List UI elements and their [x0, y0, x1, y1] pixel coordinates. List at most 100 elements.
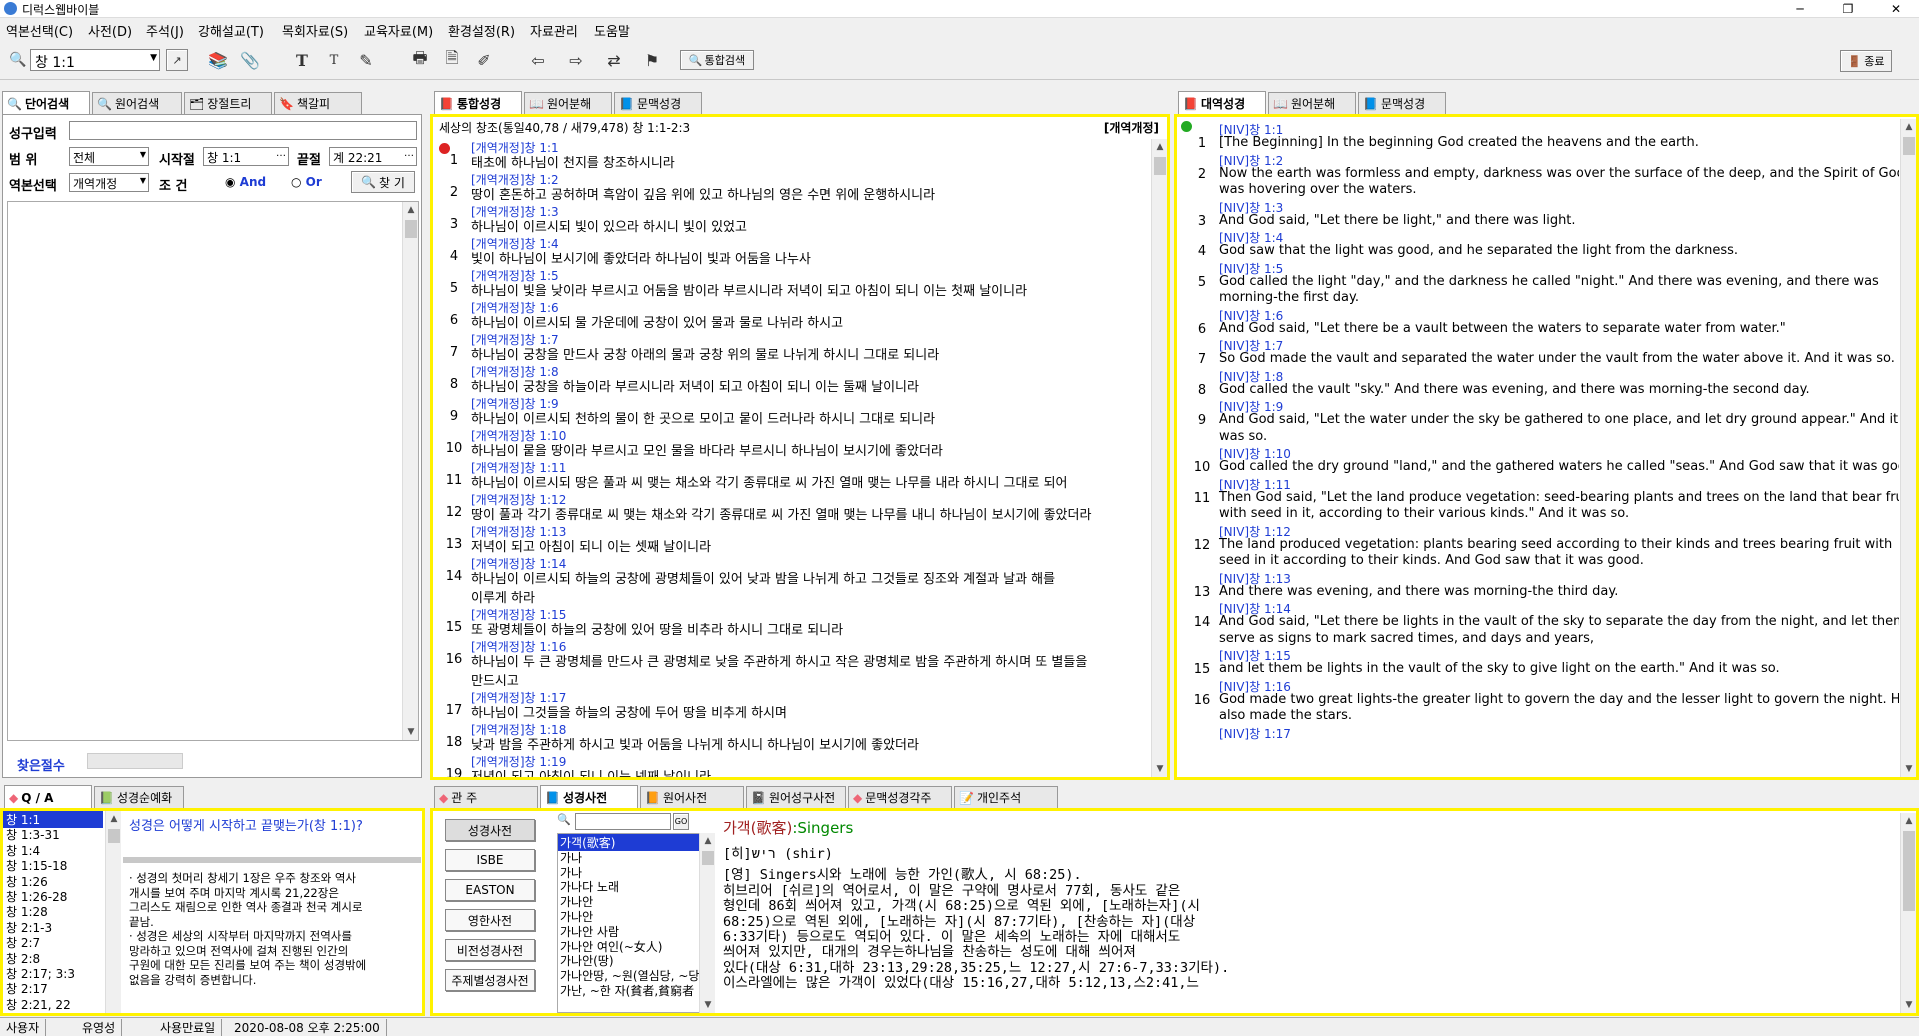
- menu-dictionary[interactable]: 사전(D): [88, 21, 132, 40]
- tab-original-parse-right[interactable]: 📖 원어분해: [1268, 92, 1356, 114]
- sync-icon[interactable]: ⇄: [602, 48, 626, 72]
- pen-icon[interactable]: ✎: [354, 48, 378, 72]
- tab-cross-ref[interactable]: ◆ 관 주: [434, 786, 538, 808]
- diamond-icon: ◆: [439, 790, 449, 805]
- answer-line: 구원에 대한 모든 진리를 보여 주는 책이 성경밖에: [129, 958, 367, 972]
- font-small-icon[interactable]: T: [322, 48, 346, 72]
- verse-text: 땅이 혼돈하고 공허하며 흑암이 깊음 위에 있고 하나님의 영은 수면 위에 …: [471, 188, 936, 203]
- menu-pastor[interactable]: 목회자료(S): [282, 21, 348, 40]
- end-verse-input[interactable]: 계 22:21…: [329, 147, 417, 166]
- bookmark-icon[interactable]: ⚑: [640, 48, 664, 72]
- vision-dictionary-button[interactable]: 비전성경사전: [445, 939, 535, 961]
- search-results-list[interactable]: ▲ ▼: [7, 201, 419, 741]
- qa-answer: · 성경의 첫머리 창세기 1장은 우주 창조와 역사 개시를 보여 주며 마지막…: [129, 871, 423, 987]
- version-select[interactable]: 개역개정 ▼: [69, 173, 149, 192]
- tab-personal-notes[interactable]: 📝 개인주석: [954, 786, 1058, 808]
- go-arrow-icon[interactable]: ↗: [166, 49, 188, 71]
- menu-education[interactable]: 교육자료(M): [364, 21, 433, 40]
- verse-text: The land produced vegetation: plants bea…: [1219, 536, 1893, 552]
- tab-parallel-bible[interactable]: 📕 대역성경: [1178, 91, 1266, 115]
- edit-icon[interactable]: ✐: [472, 48, 496, 72]
- verse-text: 하나님이 이르시되 빛이 있으라 하시니 빛이 있었고: [471, 220, 747, 235]
- tab-context-footnotes[interactable]: ◆ 문맥성경각주: [848, 786, 952, 808]
- version-tag: [개역개정]: [1103, 121, 1159, 135]
- center-verse-list[interactable]: [개역개정]창 1:1 1 태초에 하나님이 천지를 창조하시니라 [개역개정]창 1…: [441, 139, 1151, 777]
- center-scrollbar[interactable]: ▲ ▼: [1151, 139, 1167, 777]
- qa-list-scrollbar[interactable]: ▲: [105, 811, 121, 1013]
- phrase-input[interactable]: [69, 121, 417, 140]
- verse-text: serve as signs to mark sacred times, and…: [1219, 630, 1595, 646]
- entry-line: [영] Singers시와 노래에 능한 가인(歌人, 시 68:25).: [723, 867, 1082, 884]
- menu-version[interactable]: 역본선택(C): [6, 21, 73, 40]
- reference-combo[interactable]: 창 1:1 ▼: [30, 49, 160, 71]
- tab-bible-dictionary[interactable]: 📘 성경사전: [540, 785, 638, 809]
- verse-text: [The Beginning] In the beginning God cre…: [1219, 135, 1699, 150]
- go-button[interactable]: GO: [673, 813, 689, 830]
- book-icon: 📖: [1273, 96, 1288, 111]
- integrated-search-button[interactable]: 🔍 통합검색: [680, 50, 754, 70]
- tab-bookmark[interactable]: 🔖 책갈피: [274, 92, 362, 114]
- verse-reference[interactable]: [NIV]창 1:17: [1189, 725, 1899, 742]
- verse-text: morning-the first day.: [1219, 290, 1359, 305]
- menu-help[interactable]: 도움말: [594, 21, 630, 40]
- verse-text: 땅이 풀과 각기 종류대로 씨 맺는 채소와 각기 종류대로 씨 가진 열매 맺…: [471, 508, 1092, 523]
- menu-data[interactable]: 자료관리: [530, 21, 578, 40]
- document-icon[interactable]: 🗎: [440, 48, 464, 72]
- print-icon[interactable]: 🖶: [408, 48, 432, 72]
- font-large-icon[interactable]: T: [290, 48, 314, 72]
- find-button[interactable]: 🔍 찾 기: [351, 171, 415, 193]
- range-select[interactable]: 전체 ▼: [69, 147, 149, 166]
- start-verse-input[interactable]: 창 1:1…: [203, 147, 289, 166]
- qa-reference-list[interactable]: 창 1:1 창 1:3-31 창 1:4 창 1:15-18 창 1:26 창 1:26-…: [3, 811, 121, 1013]
- book-icon[interactable]: 📚: [206, 48, 230, 72]
- right-verse-list[interactable]: [NIV]창 1:1 1 [The Beginning] In the beginn…: [1189, 121, 1899, 777]
- topical-dictionary-button[interactable]: 주제별성경사전: [445, 969, 535, 991]
- expire-value: 2020-08-08 오후 2:25:00: [228, 1019, 387, 1036]
- verse-text: And God said, "Let there be a vault betw…: [1219, 320, 1786, 336]
- list-item[interactable]: 가난, ~한 자(貧者,貧窮者: [558, 982, 700, 999]
- radio-checked-icon: ◉: [225, 175, 236, 189]
- book-icon: 📗: [99, 790, 114, 805]
- back-icon[interactable]: ⇦: [526, 48, 550, 72]
- dictionary-search-input[interactable]: [575, 813, 671, 830]
- english-korean-button[interactable]: 영한사전: [445, 909, 535, 931]
- book-icon: 📘: [1363, 96, 1378, 111]
- tab-chapter-tree[interactable]: 🗂 장절트리: [184, 92, 272, 114]
- verse-text: 하나님이 빛을 낮이라 부르시고 어둠을 밤이라 부르시니라 저녁이 되고 아침…: [471, 284, 1028, 299]
- tab-original-dictionary[interactable]: 📙 원어사전: [640, 786, 744, 808]
- minimize-button[interactable]: ─: [1780, 0, 1820, 18]
- tab-illustrations[interactable]: 📗 성경순예화: [94, 786, 184, 808]
- isbe-button[interactable]: ISBE: [445, 849, 535, 871]
- tab-original-verse-dictionary[interactable]: 📓 원어성구사전: [746, 786, 846, 808]
- maximize-button[interactable]: ❐: [1828, 0, 1868, 18]
- dictionary-scrollbar[interactable]: ▲ ▼: [1900, 813, 1916, 1013]
- tab-qa[interactable]: ◆ Q / A: [4, 785, 92, 809]
- book-icon: 📘: [545, 790, 560, 805]
- and-radio[interactable]: ◉ And: [225, 175, 266, 189]
- verse-text: 이루게 하라: [471, 591, 535, 606]
- tab-word-search[interactable]: 🔍 단어검색: [2, 91, 90, 115]
- menu-sermon[interactable]: 강해설교(T): [198, 21, 264, 40]
- forward-icon[interactable]: ⇨: [564, 48, 588, 72]
- right-scrollbar[interactable]: ▲ ▼: [1900, 119, 1916, 777]
- attach-icon[interactable]: 📎: [238, 48, 262, 72]
- tab-context-bible-right[interactable]: 📘 문맥성경: [1358, 92, 1446, 114]
- list-item[interactable]: 창 2:21, 22: [3, 996, 103, 1013]
- tab-original-parse[interactable]: 📖 원어분해: [524, 92, 612, 114]
- chevron-down-icon[interactable]: ▼: [150, 53, 157, 63]
- diamond-icon: ◆: [9, 790, 19, 805]
- or-radio[interactable]: ○ Or: [291, 175, 322, 189]
- verse-text: was so.: [1219, 428, 1268, 444]
- tab-context-bible[interactable]: 📘 문맥성경: [614, 92, 702, 114]
- tab-integrated-bible[interactable]: 📕 통합성경: [434, 91, 522, 115]
- menu-settings[interactable]: 환경설정(R): [448, 21, 515, 40]
- close-button[interactable]: ✕: [1876, 0, 1916, 18]
- menu-commentary[interactable]: 주석(J): [146, 21, 184, 40]
- bible-dictionary-button[interactable]: 성경사전: [445, 819, 535, 841]
- reference-value: 창 1:1: [35, 55, 75, 71]
- dictionary-word-list[interactable]: 가객(歌客) 가나 가나 가나다 노래 가나안 가나안 가나안 사람 가나안 여인(~女人) 가…: [557, 833, 701, 1013]
- easton-button[interactable]: EASTON: [445, 879, 535, 901]
- tab-original-search[interactable]: 🔍 원어검색: [92, 92, 182, 114]
- exit-button[interactable]: 🚪 종료: [1840, 50, 1892, 72]
- verse-text: 하나님이 궁창을 만드사 궁창 아래의 물과 궁창 위의 물로 나뉘게 하시니 …: [471, 348, 940, 363]
